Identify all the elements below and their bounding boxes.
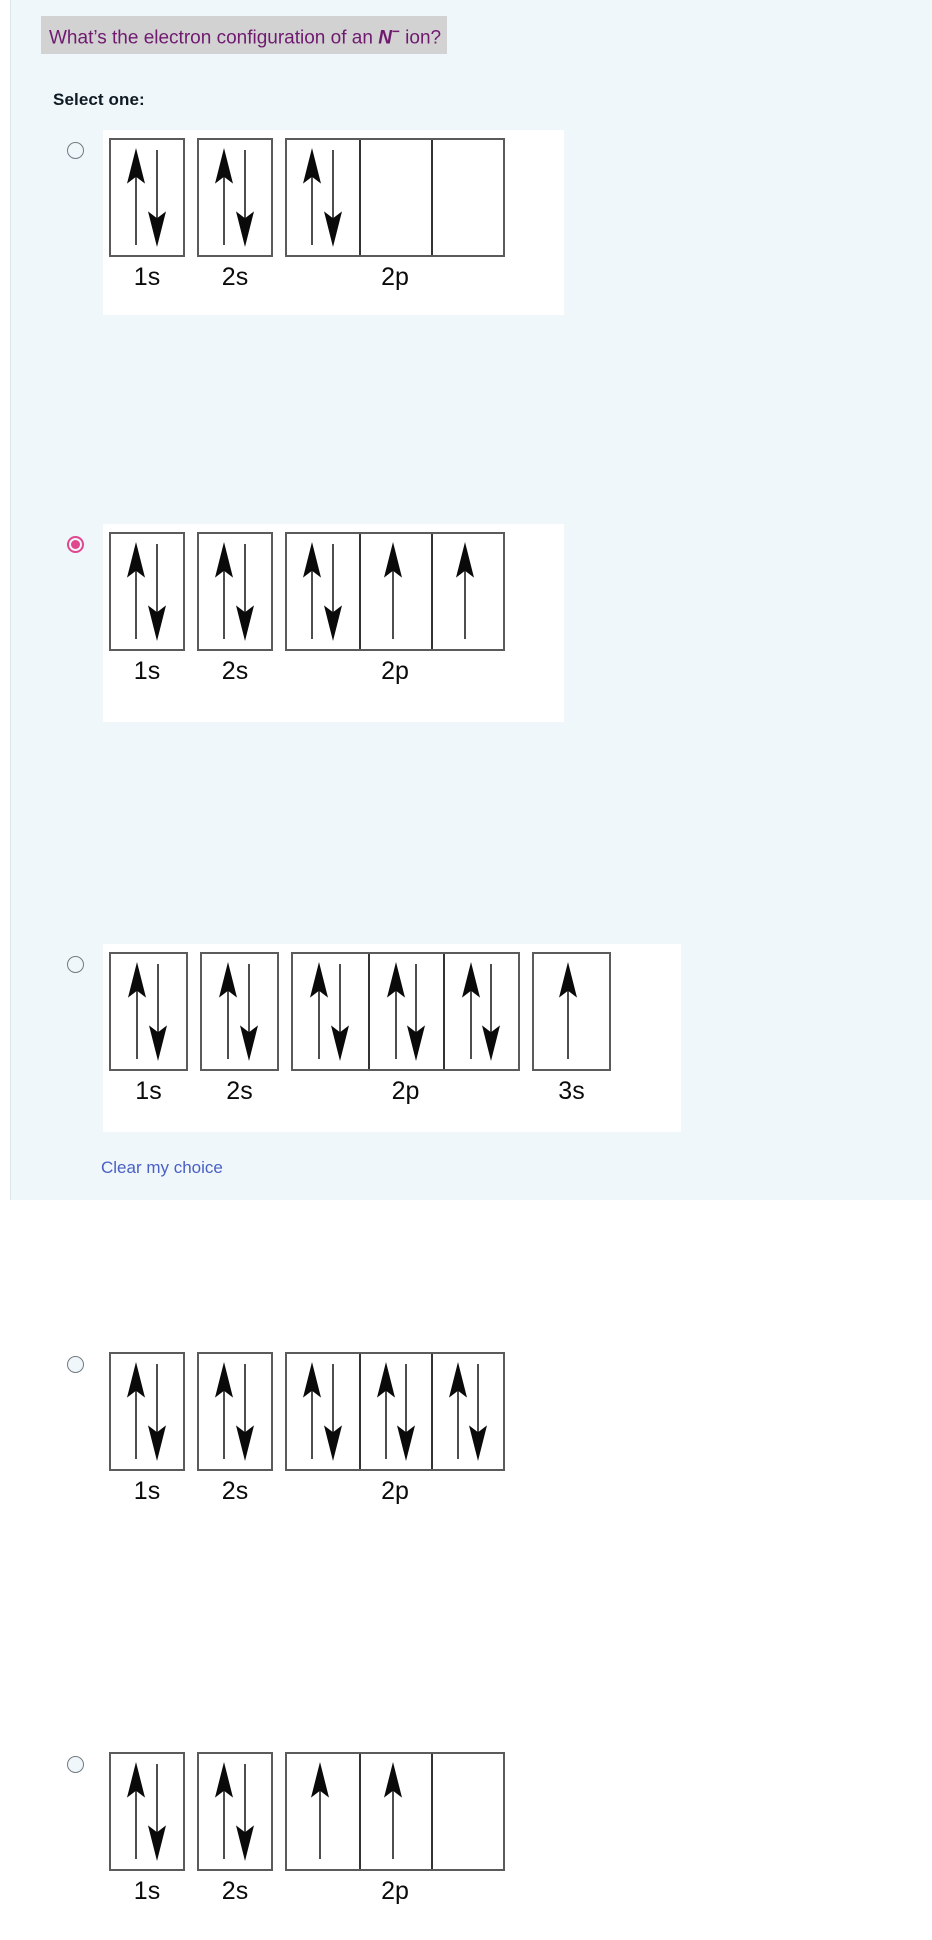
spin-down-arrow <box>234 148 256 247</box>
orbital-cell-up <box>359 1754 431 1869</box>
orbital-diagram-option-4[interactable]: 1s 2s 2p <box>103 1344 569 1532</box>
orbital-group-1s: 1s <box>109 138 185 290</box>
orbital-boxes <box>285 1352 505 1471</box>
orbital-label: 1s <box>133 263 161 291</box>
spin-up-arrow <box>125 148 147 247</box>
spin-down-arrow <box>395 1362 417 1461</box>
orbital-cell-pair <box>359 1354 431 1469</box>
orbital-boxes <box>109 1752 185 1871</box>
orbital-cell-pair <box>199 1354 271 1469</box>
spin-up-arrow <box>125 1762 147 1861</box>
orbital-boxes <box>285 138 505 257</box>
spin-down-arrow <box>146 1362 168 1461</box>
orbital-boxes <box>109 1352 185 1471</box>
orbital-cell-pair <box>431 1354 503 1469</box>
spin-down-arrow <box>234 1762 256 1861</box>
orbital-label: 2p <box>381 263 409 291</box>
spin-down-arrow <box>467 1362 489 1461</box>
orbital-label: 2s <box>221 1477 249 1505</box>
spin-up-arrow <box>309 1762 331 1861</box>
orbital-group-2s: 2s <box>197 138 273 290</box>
orbital-label: 1s <box>133 1877 161 1905</box>
select-one-label: Select one: <box>53 90 145 109</box>
answer-option-row[interactable]: 1s 2s 2p 3s <box>11 537 932 1132</box>
answer-option-row[interactable]: 1s 2s 2p <box>11 327 932 722</box>
orbital-group-2p: 2p <box>285 1752 505 1904</box>
clear-my-choice-link[interactable]: Clear my choice <box>101 1158 223 1178</box>
spin-up-arrow <box>213 1362 235 1461</box>
orbital-group-1s: 1s <box>109 1352 185 1504</box>
orbital-label: 2s <box>221 263 249 291</box>
orbital-cell-pair <box>287 140 359 255</box>
quiz-question-panel: What’s the electron configuration of an … <box>10 0 932 1932</box>
orbital-boxes <box>197 138 273 257</box>
orbital-boxes <box>285 1752 505 1871</box>
ion-charge: − <box>391 24 400 39</box>
orbital-cell-pair <box>111 1754 183 1869</box>
radio-option-1[interactable] <box>67 142 84 159</box>
radio-option-4[interactable] <box>67 1356 84 1373</box>
orbital-cell-empty <box>359 140 431 255</box>
orbital-group-2p: 2p <box>285 1352 505 1504</box>
question-text-prefix: What’s the electron configuration of an <box>49 27 379 49</box>
answer-option-row[interactable]: 1s 2s 2p <box>11 937 932 1932</box>
orbital-cell-pair <box>111 140 183 255</box>
spin-up-arrow <box>213 148 235 247</box>
orbital-group-2p: 2p <box>285 138 505 290</box>
orbital-boxes <box>197 1352 273 1471</box>
spin-down-arrow <box>322 148 344 247</box>
spin-down-arrow <box>146 148 168 247</box>
orbital-cell-pair <box>111 1354 183 1469</box>
spin-up-arrow <box>301 1362 323 1461</box>
orbital-label: 2p <box>381 1477 409 1505</box>
spin-up-arrow <box>301 148 323 247</box>
spin-up-arrow <box>125 1362 147 1461</box>
orbital-cell-empty <box>431 1754 503 1869</box>
question-stem: What’s the electron configuration of an … <box>41 16 448 55</box>
ion-symbol: N <box>378 27 392 49</box>
answer-option-row[interactable]: 1s 2s 2p <box>11 737 932 1532</box>
spin-down-arrow <box>322 1362 344 1461</box>
orbital-cell-empty <box>431 140 503 255</box>
answer-option-row[interactable]: 1s 2s 2p <box>11 130 932 327</box>
spin-up-arrow <box>213 1762 235 1861</box>
orbital-group-2s: 2s <box>197 1352 273 1504</box>
spin-down-arrow <box>146 1762 168 1861</box>
orbital-group-2s: 2s <box>197 1752 273 1904</box>
orbital-label: 2s <box>221 1877 249 1905</box>
orbital-boxes <box>109 138 185 257</box>
spin-down-arrow <box>234 1362 256 1461</box>
orbital-diagram-option-1[interactable]: 1s 2s 2p <box>103 130 564 315</box>
question-text-suffix: ion? <box>399 27 442 49</box>
orbital-diagram-option-5[interactable]: 1s 2s 2p <box>103 1744 564 1932</box>
orbital-label: 2p <box>381 1877 409 1905</box>
orbital-cell-pair <box>199 1754 271 1869</box>
question-text: What’s the electron configuration of an … <box>41 16 448 55</box>
orbital-label: 1s <box>133 1477 161 1505</box>
radio-option-5[interactable] <box>67 1756 84 1773</box>
orbital-cell-pair <box>287 1354 359 1469</box>
orbital-cell-up <box>287 1754 359 1869</box>
orbital-boxes <box>197 1752 273 1871</box>
spin-up-arrow <box>382 1762 404 1861</box>
answer-options-list: 1s 2s 2p 1s 2s 2p 1s 2s 2p 3s 1s 2s 2p 1s 2s 2p <box>11 130 932 1932</box>
orbital-group-1s: 1s <box>109 1752 185 1904</box>
orbital-cell-pair <box>199 140 271 255</box>
